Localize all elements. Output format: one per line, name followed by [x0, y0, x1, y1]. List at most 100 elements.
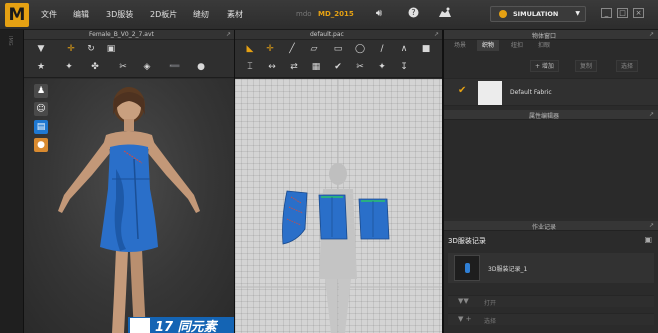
history-row-open[interactable]: ▼▼ 打开: [448, 295, 654, 307]
fabric-name: Default Fabric: [510, 89, 552, 96]
polygon-icon[interactable]: ▱: [307, 42, 321, 56]
menu-2d-pattern[interactable]: 2D板片: [150, 9, 177, 20]
view2d-viewport[interactable]: [235, 79, 442, 333]
avatar-figure: [58, 87, 200, 333]
minimize-button[interactable]: _: [601, 8, 612, 18]
menu-sewing[interactable]: 缝纫: [193, 9, 209, 20]
title-prefix: mdo: [296, 10, 312, 18]
panel-float-icon[interactable]: ↗: [649, 222, 654, 229]
panel-float-icon[interactable]: ↗: [649, 111, 654, 118]
fold-line-icon[interactable]: ✂: [353, 60, 367, 74]
free-sewing-icon[interactable]: ⇄: [287, 60, 301, 74]
add-button[interactable]: + 增加: [530, 60, 559, 72]
history-row-label: 选择: [484, 318, 497, 325]
tab-button[interactable]: 纽扣: [507, 40, 527, 51]
select-button[interactable]: 选择: [616, 60, 639, 72]
edit-curve-icon[interactable]: ╱: [285, 42, 299, 56]
history-row-label: 打开: [484, 300, 497, 307]
move-icon[interactable]: ✛: [64, 42, 78, 56]
cube-icon[interactable]: ◈: [140, 60, 154, 74]
history-body: 3D服装记录 ▣ 3D服装记录_1 ▼▼ 打开 ▼ + 选择: [444, 231, 658, 333]
simulation-label: SIMULATION: [513, 10, 559, 18]
simulation-status-icon: [499, 10, 507, 18]
maximize-button[interactable]: □: [617, 8, 628, 18]
watermark-logo: 17 同元素: [128, 317, 234, 333]
ellipse-icon[interactable]: ◯: [353, 42, 367, 56]
history-row-select[interactable]: ▼ + 选择: [448, 313, 654, 325]
run-icon[interactable]: ★: [34, 60, 48, 74]
garment-show-icon[interactable]: ▤: [34, 120, 48, 134]
view3d-header: Female_B_V0_2_7.avt ↗: [24, 30, 234, 40]
chevron-down-icon[interactable]: ▼: [575, 7, 580, 21]
measure-2d-icon[interactable]: ↧: [397, 60, 411, 74]
view2d-header: default.pac ↗: [235, 30, 442, 40]
menu-3d-garment[interactable]: 3D服装: [106, 9, 133, 20]
fill-icon[interactable]: ■: [419, 42, 433, 56]
camera-icon[interactable]: ▣: [644, 235, 652, 244]
tack-icon[interactable]: ✤: [88, 60, 102, 74]
simulation-button[interactable]: SIMULATION ▼: [490, 6, 586, 22]
seam-icon[interactable]: ⌶: [243, 60, 257, 74]
watermark-text: 17 同元素: [155, 320, 217, 333]
avatar-show-icon[interactable]: ♟: [34, 84, 48, 98]
object-browser-actions: + 增加 复制 选择: [444, 60, 658, 74]
property-editor-title: 属性编辑器: [528, 113, 559, 120]
property-editor-body: [444, 120, 658, 218]
help-icon[interactable]: ?: [405, 7, 421, 23]
measure-icon[interactable]: ✂: [116, 60, 130, 74]
pin-2d-icon[interactable]: ✦: [375, 60, 389, 74]
sewing-check-icon[interactable]: ✔: [331, 60, 345, 74]
tab-scene[interactable]: 场景: [450, 40, 470, 51]
app-version-title: MD_2015: [318, 10, 354, 18]
checkmark-icon: ✔: [458, 85, 467, 96]
scale-icon[interactable]: ▣: [104, 42, 118, 56]
chevron-down-icon: ▼ +: [458, 315, 472, 323]
line-icon[interactable]: ∕: [375, 42, 389, 56]
texture-icon[interactable]: ▦: [309, 60, 323, 74]
app-logo[interactable]: M: [5, 3, 29, 27]
dart-icon[interactable]: ∧: [397, 42, 411, 56]
select-transform-icon[interactable]: ◣: [243, 42, 257, 56]
tab-buttonhole[interactable]: 扣眼: [534, 40, 554, 51]
rotate-icon[interactable]: ↻: [84, 42, 98, 56]
view3d-viewport[interactable]: ♟ ☺ ▤ ● 17 同元素: [24, 79, 234, 333]
tab-fabric[interactable]: 织物: [477, 40, 499, 51]
view3d-toolbar: ▼ ✛ ↻ ▣ ★ ✦ ✤ ✂ ◈ ➖ ●: [24, 40, 234, 78]
pattern-piece-3: [358, 198, 390, 240]
edit-point-icon[interactable]: ✛: [263, 42, 277, 56]
history-thumbnail: [454, 255, 480, 281]
avatar-skin-icon[interactable]: ☺: [34, 102, 48, 116]
steam-icon[interactable]: ●: [194, 60, 208, 74]
avatar-side-toolbar: ♟ ☺ ▤ ●: [34, 84, 48, 156]
property-editor-header: 属性编辑器 ↗: [444, 110, 658, 120]
fold-icon[interactable]: ➖: [168, 60, 182, 74]
maximize-view-icon[interactable]: ↗: [434, 31, 439, 38]
segment-sewing-icon[interactable]: ↔: [265, 60, 279, 74]
avatar-mode-icon[interactable]: [437, 7, 453, 24]
history-header: 作业记录 ↗: [444, 221, 658, 231]
menu-bar: M 文件 编辑 3D服装 2D板片 缝纫 素材 mdo MD_2015 🔊︎ ?…: [0, 0, 658, 30]
down-arrow-icon[interactable]: ▼: [34, 42, 48, 56]
pin-icon[interactable]: ✦: [62, 60, 76, 74]
copy-button[interactable]: 复制: [575, 60, 598, 72]
object-browser-header: 物体窗口 ↗: [444, 30, 658, 40]
speaker-icon[interactable]: 🔊︎: [371, 7, 387, 21]
menu-material[interactable]: 素材: [227, 9, 243, 20]
history-item[interactable]: 3D服装记录_1: [448, 253, 654, 283]
face-icon[interactable]: ●: [34, 138, 48, 152]
fabric-swatch: [478, 81, 502, 105]
svg-text:?: ?: [411, 8, 415, 17]
pattern-piece-1: [282, 190, 308, 245]
rectangle-icon[interactable]: ▭: [331, 42, 345, 56]
menu-edit[interactable]: 编辑: [73, 9, 89, 20]
maximize-view-icon[interactable]: ↗: [226, 31, 231, 38]
chevron-down-icon: ▼▼: [458, 297, 469, 305]
panel-float-icon[interactable]: ↗: [649, 31, 654, 38]
close-button[interactable]: ×: [633, 8, 644, 18]
fabric-list-item[interactable]: ✔ Default Fabric: [444, 78, 658, 106]
left-dock-strip: IMG: [0, 30, 24, 333]
menu-file[interactable]: 文件: [41, 9, 57, 20]
history-item-label: 3D服装记录_1: [488, 266, 528, 273]
left-strip-label: IMG: [7, 36, 13, 46]
pattern-canvas: [235, 79, 442, 333]
